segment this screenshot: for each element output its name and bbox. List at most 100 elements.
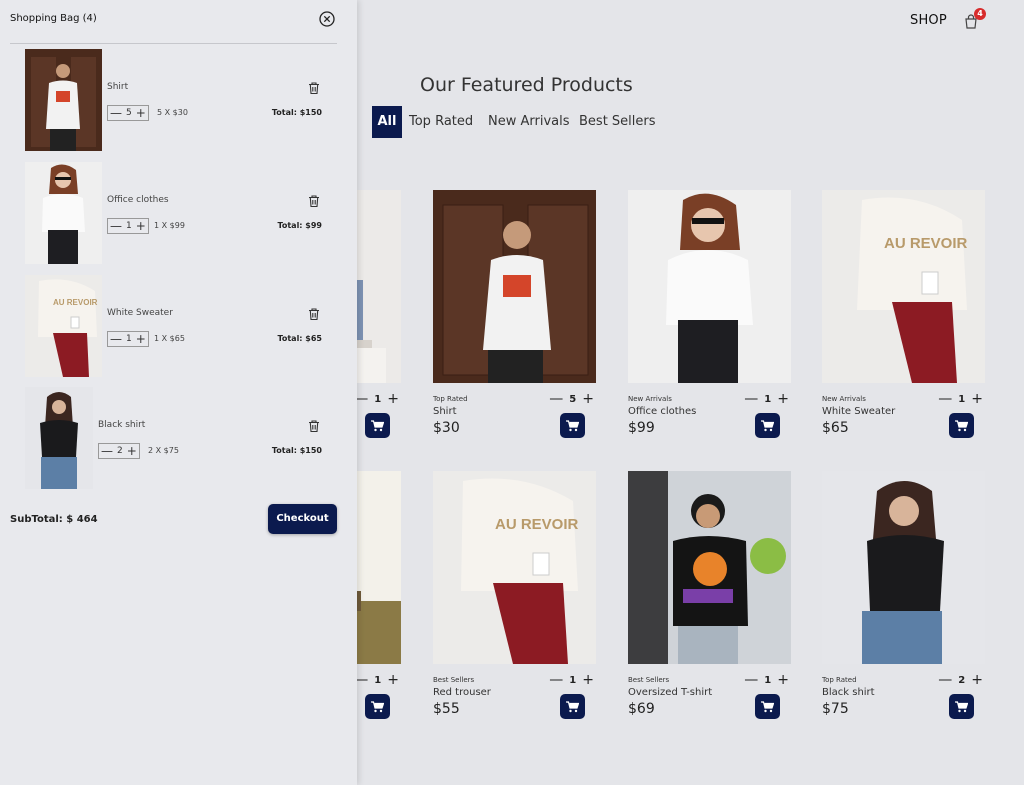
add-to-cart-button[interactable]: [560, 694, 585, 719]
checkout-button[interactable]: Checkout: [268, 504, 337, 534]
bag-quantity-stepper[interactable]: — 5 +: [107, 105, 149, 121]
quantity-value: 1: [374, 393, 382, 405]
plus-icon[interactable]: +: [387, 392, 399, 406]
product-category: Best Sellers: [433, 676, 475, 684]
minus-icon[interactable]: —: [549, 673, 563, 687]
filter-tab-top-rated[interactable]: Top Rated: [409, 109, 473, 135]
product-name[interactable]: Black shirt: [822, 687, 875, 698]
bag-quantity-stepper[interactable]: — 1 +: [107, 218, 149, 234]
remove-item-button[interactable]: [307, 80, 321, 95]
filter-tab-new-arrivals[interactable]: New Arrivals: [488, 109, 570, 135]
product-image[interactable]: [628, 471, 791, 664]
product-image[interactable]: [822, 471, 985, 664]
plus-icon[interactable]: +: [127, 445, 137, 457]
product-image[interactable]: AU REVOIR: [433, 471, 596, 664]
product-name[interactable]: White Sweater: [822, 406, 895, 417]
bag-quantity-stepper[interactable]: — 2 +: [98, 443, 140, 459]
product-category: Best Sellers: [628, 676, 670, 684]
minus-icon[interactable]: —: [110, 220, 122, 232]
bag-item-image: [25, 162, 102, 264]
bag-item-unit-price: 2 X $75: [148, 446, 179, 455]
plus-icon[interactable]: +: [777, 392, 789, 406]
minus-icon[interactable]: —: [110, 333, 122, 345]
bag-quantity-value: 1: [126, 334, 132, 344]
filter-tab-all[interactable]: All: [372, 106, 402, 138]
bag-quantity-stepper[interactable]: — 1 +: [107, 331, 149, 347]
product-name[interactable]: Office clothes: [628, 406, 696, 417]
plus-icon[interactable]: +: [971, 673, 983, 687]
minus-icon[interactable]: —: [549, 392, 563, 406]
quantity-value: 1: [569, 674, 577, 686]
drawer-title: Shopping Bag (4): [10, 13, 97, 24]
quantity-stepper[interactable]: — 5 +: [549, 392, 594, 406]
close-drawer-button[interactable]: [319, 11, 335, 27]
remove-item-button[interactable]: [307, 193, 321, 208]
divider: [10, 43, 337, 44]
plus-icon[interactable]: +: [136, 107, 146, 119]
product-name[interactable]: Shirt: [433, 406, 457, 417]
minus-icon[interactable]: —: [110, 107, 122, 119]
quantity-stepper[interactable]: —1 +: [744, 392, 789, 406]
shopping-bag-drawer: Shopping Bag (4) Shirt — 5 + 5 X $30 Total…: [0, 0, 357, 785]
add-to-cart-button[interactable]: [560, 413, 585, 438]
product-image[interactable]: [628, 190, 791, 383]
plus-icon[interactable]: +: [136, 333, 146, 345]
product-price: $69: [628, 701, 655, 717]
bag-quantity-value: 2: [117, 446, 123, 456]
cart-count-badge: 4: [974, 8, 986, 20]
product-price: $65: [822, 420, 849, 436]
add-to-cart-button[interactable]: [365, 413, 390, 438]
bag-item-name: Shirt: [107, 82, 129, 92]
remove-item-button[interactable]: [307, 306, 321, 321]
plus-icon[interactable]: +: [971, 392, 983, 406]
minus-icon[interactable]: —: [101, 445, 113, 457]
plus-icon[interactable]: +: [582, 673, 594, 687]
bag-item-unit-price: 1 X $99: [154, 221, 185, 230]
filter-tab-best-sellers[interactable]: Best Sellers: [579, 109, 656, 135]
remove-item-button[interactable]: [307, 418, 321, 433]
trash-icon: [309, 82, 319, 95]
add-to-cart-button[interactable]: [365, 694, 390, 719]
product-category: Top Rated: [822, 676, 857, 684]
bag-item-image: AU REVOIR: [25, 275, 102, 377]
quantity-value: 2: [958, 674, 966, 686]
quantity-stepper[interactable]: —1 +: [938, 392, 983, 406]
add-to-cart-button[interactable]: [949, 694, 974, 719]
bag-item-name: Office clothes: [107, 195, 169, 205]
add-to-cart-button[interactable]: [755, 413, 780, 438]
quantity-stepper[interactable]: —1 +: [354, 673, 399, 687]
minus-icon[interactable]: —: [744, 673, 758, 687]
bag-item-total: Total: $99: [277, 221, 322, 230]
shop-link[interactable]: SHOP: [910, 13, 947, 28]
quantity-stepper[interactable]: —1 +: [354, 392, 399, 406]
product-name[interactable]: Oversized T-shirt: [628, 687, 712, 698]
minus-icon[interactable]: —: [744, 392, 758, 406]
plus-icon[interactable]: +: [777, 673, 789, 687]
quantity-stepper[interactable]: — 1 +: [549, 673, 594, 687]
close-icon: [319, 11, 335, 27]
cart-icon: [761, 419, 774, 431]
plus-icon[interactable]: +: [582, 392, 594, 406]
product-price: $75: [822, 701, 849, 717]
product-name[interactable]: Red trouser: [433, 687, 491, 698]
cart-icon: [955, 700, 968, 712]
cart-button[interactable]: 4: [963, 8, 986, 31]
bag-item-total: Total: $150: [271, 108, 322, 117]
svg-text:AU REVOIR: AU REVOIR: [884, 235, 968, 252]
product-image[interactable]: AU REVOIR: [822, 190, 985, 383]
minus-icon[interactable]: —: [938, 392, 952, 406]
minus-icon[interactable]: —: [938, 673, 952, 687]
add-to-cart-button[interactable]: [755, 694, 780, 719]
bag-quantity-value: 5: [126, 108, 132, 118]
add-to-cart-button[interactable]: [949, 413, 974, 438]
product-price: $55: [433, 701, 460, 717]
trash-icon: [309, 420, 319, 433]
bag-item-name: Black shirt: [98, 420, 146, 430]
plus-icon[interactable]: +: [136, 220, 146, 232]
product-image[interactable]: [433, 190, 596, 383]
section-title: Our Featured Products: [420, 74, 633, 96]
plus-icon[interactable]: +: [387, 673, 399, 687]
bag-item-total: Total: $65: [277, 334, 322, 343]
quantity-stepper[interactable]: —1 +: [744, 673, 789, 687]
quantity-stepper[interactable]: — 2 +: [938, 673, 983, 687]
